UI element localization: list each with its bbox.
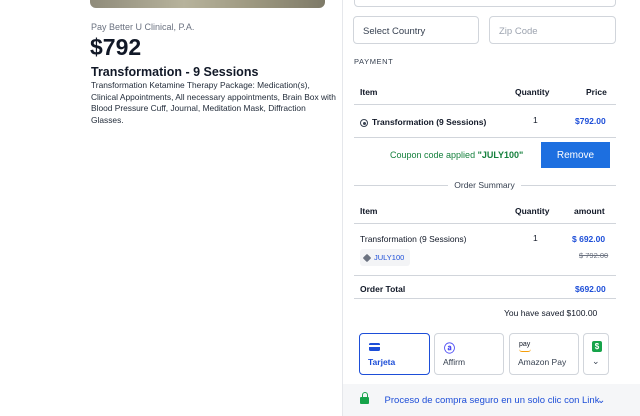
method-label-card: Tarjeta	[368, 357, 396, 367]
zip-placeholder: Zip Code	[499, 26, 538, 37]
credit-card-icon	[369, 343, 380, 351]
summary-item-amount: $ 692.00	[572, 234, 606, 244]
country-select[interactable]: Select Country	[353, 16, 479, 44]
payment-header-quantity: Quantity	[515, 87, 550, 97]
payment-method-more[interactable]: $ ⌄	[583, 333, 609, 375]
payment-method-card[interactable]: Tarjeta	[359, 333, 430, 375]
payment-method-amazon-pay[interactable]: pay Amazon Pay	[509, 333, 579, 375]
summary-header-quantity: Quantity	[515, 206, 550, 216]
savings-text: You have saved $100.00	[504, 308, 598, 318]
summary-header-divider	[354, 223, 616, 224]
method-label-amazon: Amazon Pay	[518, 357, 567, 367]
payment-item-quantity: 1	[533, 115, 538, 125]
chevron-down-icon[interactable]: ⌄	[597, 395, 605, 406]
item-radio[interactable]	[360, 119, 368, 127]
order-total-divider	[354, 298, 616, 299]
lock-icon	[360, 392, 369, 404]
summary-item-quantity: 1	[533, 233, 538, 243]
original-amount: $ 792.00	[579, 251, 609, 260]
product-title: Transformation - 9 Sessions	[91, 65, 259, 79]
summary-header-item: Item	[360, 206, 378, 216]
product-image	[90, 0, 325, 8]
product-description: Transformation Ketamine Therapy Package:…	[91, 80, 336, 125]
order-summary-title: Order Summary	[343, 180, 626, 190]
coupon-tag-label: JULY100	[374, 253, 405, 262]
payment-item-divider	[354, 137, 616, 138]
link-checkout-banner[interactable]: Proceso de compra seguro en un solo clic…	[343, 384, 640, 416]
summary-item-name: Transformation (9 Sessions)	[360, 234, 467, 244]
amazon-pay-icon: pay	[519, 341, 532, 352]
tag-icon	[362, 253, 372, 262]
remove-coupon-button[interactable]: Remove	[541, 142, 610, 168]
coupon-applied-message: Coupon code applied "JULY100"	[390, 150, 523, 160]
seller-name: Pay Better U Clinical, P.A.	[91, 22, 195, 32]
summary-header-amount: amount	[574, 206, 605, 216]
payment-method-affirm[interactable]: ⓐ Affirm	[434, 333, 504, 375]
payment-header-price: Price	[586, 87, 607, 97]
cash-app-icon: $	[592, 341, 602, 352]
chevron-down-icon: ⌄	[592, 356, 600, 366]
coupon-tag: JULY100	[360, 249, 411, 266]
summary-line-divider	[354, 275, 616, 276]
payment-header-divider	[354, 104, 616, 105]
affirm-logo-icon: ⓐ	[444, 343, 455, 355]
country-placeholder: Select Country	[363, 26, 426, 37]
product-price: $792	[90, 34, 142, 60]
coupon-code: "JULY100"	[477, 150, 524, 160]
order-summary-label: Order Summary	[448, 180, 521, 190]
payment-section-label: PAYMENT	[354, 57, 394, 66]
zip-code-input[interactable]: Zip Code	[489, 16, 616, 44]
payment-item-price: $792.00	[575, 116, 606, 126]
method-label-affirm: Affirm	[443, 357, 466, 367]
link-checkout-text: Proceso de compra seguro en un solo clic…	[384, 395, 600, 406]
order-total-value: $692.00	[575, 284, 606, 294]
product-panel: Pay Better U Clinical, P.A. $792 Transfo…	[0, 0, 343, 416]
address-field[interactable]	[354, 0, 616, 7]
payment-header-item: Item	[360, 87, 378, 97]
coupon-message-prefix: Coupon code applied	[390, 150, 478, 160]
payment-item-name: Transformation (9 Sessions)	[372, 117, 487, 127]
checkout-panel: Select Country Zip Code PAYMENT Item Qua…	[343, 0, 640, 416]
order-total-label: Order Total	[360, 284, 406, 294]
